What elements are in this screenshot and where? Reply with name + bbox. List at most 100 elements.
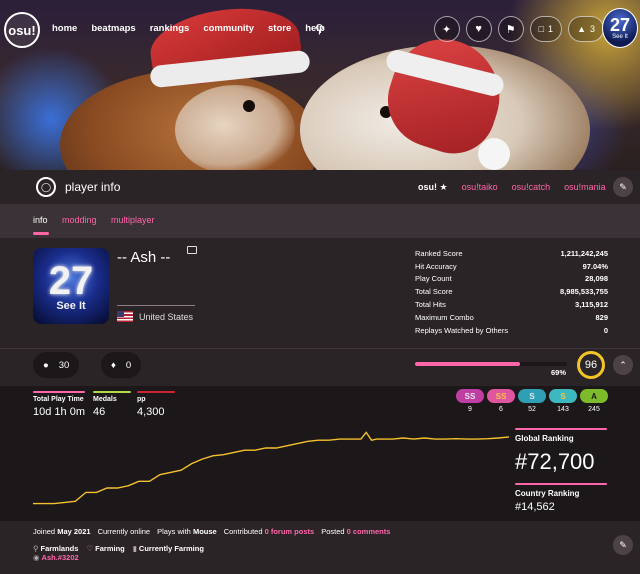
mapping-subscribers-count: 0 <box>125 359 132 371</box>
summary-label: pp <box>137 396 146 403</box>
search-icon[interactable]: ⚲ <box>315 22 324 36</box>
nav-rankings[interactable]: rankings <box>150 23 190 34</box>
edit-cover-button[interactable]: ✎ <box>613 177 633 197</box>
edit-profile-button[interactable]: ✎ <box>613 535 633 555</box>
summary-accent-line <box>93 391 131 393</box>
summary-accent-line <box>33 391 85 393</box>
mode-tab-catch[interactable]: osu!catch <box>512 182 551 193</box>
profile-avatar-number: 27 <box>48 258 94 303</box>
username: -- Ash -- <box>117 249 171 266</box>
grade-ss: SS 6 <box>487 389 515 413</box>
mode-tab-mania[interactable]: osu!mania <box>564 182 606 193</box>
grade-s-silver: S 52 <box>518 389 546 413</box>
tab-multiplayer[interactable]: multiplayer <box>111 215 155 225</box>
grade-count: 245 <box>588 406 600 413</box>
level-progress-fill <box>415 362 520 366</box>
bell-icon: ♦ <box>111 359 116 371</box>
stat-row: Replays Watched by Others 0 <box>415 324 608 337</box>
rank-history-chart[interactable] <box>33 428 509 508</box>
grade-badge: A <box>580 389 608 403</box>
comments-link[interactable]: 0 comments <box>347 527 391 536</box>
stat-label: Hit Accuracy <box>415 261 457 271</box>
discord-info: ◉ Ash.#3202 <box>33 553 79 562</box>
language-flag-icon[interactable]: ⚑ <box>497 16 524 42</box>
stat-value: 1,211,242,245 <box>560 248 608 258</box>
followers-count: 30 <box>58 359 70 371</box>
stat-row: Maximum Combo 829 <box>415 311 608 324</box>
us-flag-icon[interactable] <box>117 311 133 322</box>
id-card-icon[interactable] <box>187 246 197 254</box>
briefcase-icon: ▮ <box>132 544 137 553</box>
followers-button[interactable]: ● 30 <box>33 352 80 378</box>
summary-play-time: Total Play Time 10d 1h 0m <box>33 391 85 418</box>
notifications-button[interactable]: ▲ 3 <box>568 16 604 42</box>
username-divider <box>117 305 195 306</box>
heart-outline-icon: ♡ <box>86 544 94 553</box>
stat-value: 28,098 <box>585 274 608 284</box>
summary-value: 4,300 <box>137 406 165 418</box>
summary-label: Total Play Time <box>33 396 84 403</box>
cover-guinea-pig-left-face <box>175 85 295 170</box>
global-rank-label: Global Ranking <box>515 434 574 443</box>
tab-modding[interactable]: modding <box>62 215 97 225</box>
global-rank-value: #72,700 <box>515 449 595 474</box>
user-icon: ● <box>43 359 49 371</box>
summary-value: 46 <box>93 406 106 418</box>
chat-button[interactable]: □ 1 <box>529 16 563 42</box>
stat-row: Play Count 28,098 <box>415 273 608 286</box>
nav-right-actions: ✦ ♥ ⚑ □ 1 ▲ 3 <box>433 16 604 42</box>
chat-count: 1 <box>548 24 554 34</box>
player-info-icon: ◯ <box>36 177 56 197</box>
global-rank-accent <box>515 428 607 430</box>
stat-row: Total Hits 3,115,912 <box>415 298 608 311</box>
grade-count: 9 <box>468 406 472 413</box>
occupation-info: ▮ Currently Farming <box>132 544 204 553</box>
stat-label: Maximum Combo <box>415 312 474 322</box>
grade-s: S 143 <box>549 389 577 413</box>
mode-tabs: osu! ★ osu!taiko osu!catch osu!mania <box>418 182 606 193</box>
nav-beatmaps[interactable]: beatmaps <box>91 23 135 34</box>
mode-tab-taiko[interactable]: osu!taiko <box>462 182 498 193</box>
heart-icon[interactable]: ♥ <box>465 16 492 42</box>
osu-logo[interactable]: osu! <box>4 12 40 48</box>
grade-count: 143 <box>557 406 569 413</box>
profile-details-line: ⚲ Farmlands ♡ Farming ▮ Currently Farming <box>33 544 204 553</box>
country-name[interactable]: United States <box>139 312 193 322</box>
level-badge: 96 <box>577 351 605 379</box>
stat-row: Ranked Score 1,211,242,245 <box>415 247 608 260</box>
star-icon: ★ <box>439 182 448 192</box>
cover-santa-hat-pompom <box>478 138 510 170</box>
grade-counts: SS 9 SS 6 S 52 S 143 A 245 <box>456 389 608 413</box>
profile-meta-line: Joined May 2021 Currently online Plays w… <box>33 527 390 536</box>
stat-label: Replays Watched by Others <box>415 325 509 335</box>
user-avatar-menu[interactable]: 27 See It <box>602 8 638 48</box>
cover-eye-left <box>243 100 255 112</box>
nav-links: home beatmaps rankings community store h… <box>52 23 325 34</box>
follower-row <box>0 348 640 386</box>
collapse-button[interactable]: ⌃ <box>613 355 633 375</box>
country-rank-label: Country Ranking <box>515 489 580 498</box>
mapping-subscribe-button[interactable]: ♦ 0 <box>101 352 142 378</box>
forum-posts-link[interactable]: 0 forum posts <box>265 527 315 536</box>
level-progress-track <box>415 362 567 366</box>
location-info: ⚲ Farmlands <box>33 544 79 553</box>
nav-community[interactable]: community <box>203 23 254 34</box>
nav-store[interactable]: store <box>268 23 291 34</box>
profile-header: ◯ player info osu! ★ osu!taiko osu!catch… <box>0 170 640 204</box>
rank-history-line <box>33 431 509 505</box>
summary-accent-line <box>137 391 175 393</box>
profile-subtabs: info modding multiplayer <box>0 204 640 238</box>
stat-label: Total Hits <box>415 300 446 310</box>
profile-avatar: 27 See It <box>33 248 109 324</box>
stat-value: 3,115,912 <box>575 300 608 310</box>
nav-home[interactable]: home <box>52 23 77 34</box>
stat-label: Total Score <box>415 287 453 297</box>
grade-badge: S <box>518 389 546 403</box>
discord-icon: ◉ <box>33 553 40 562</box>
mode-tab-osu[interactable]: osu! ★ <box>418 182 448 193</box>
stat-label: Play Count <box>415 274 452 284</box>
summary-label: Medals <box>93 396 117 403</box>
tab-info[interactable]: info <box>33 215 48 225</box>
map-pin-icon: ⚲ <box>33 544 39 553</box>
twitter-icon[interactable]: ✦ <box>433 16 460 42</box>
